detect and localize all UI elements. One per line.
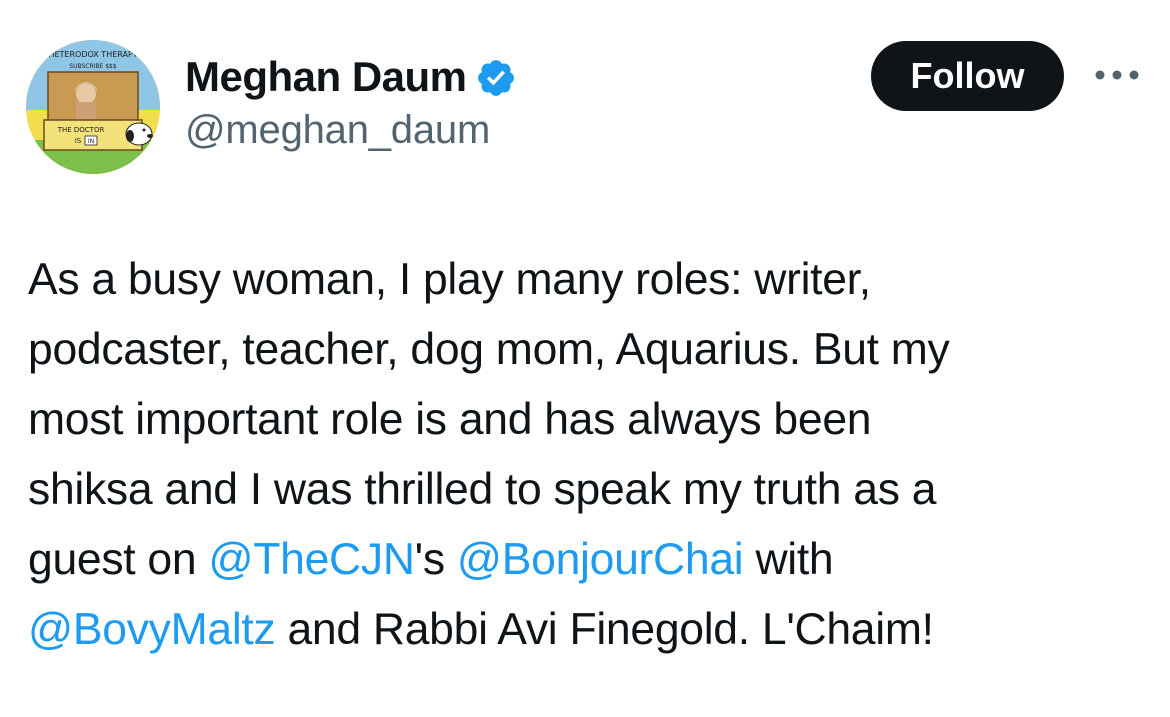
svg-text:SUBSCRIBE $$$: SUBSCRIBE $$$ [69, 63, 117, 70]
avatar-image: HETERODOX THERAPY SUBSCRIBE $$$ THE DOCT… [26, 40, 160, 174]
mention-link[interactable]: @BovyMaltz [28, 605, 276, 654]
mention-link[interactable]: @TheCJN [208, 535, 415, 584]
tweet-text-line: As a busy woman, I play many roles: writ… [28, 245, 1143, 315]
tweet-text-line: shiksa and I was thrilled to speak my tr… [28, 455, 1143, 525]
tweet-text-segment: shiksa and I was thrilled to speak my tr… [28, 465, 937, 514]
avatar[interactable]: HETERODOX THERAPY SUBSCRIBE $$$ THE DOCT… [26, 40, 160, 174]
tweet-text-segment: with [743, 535, 834, 584]
tweet-text-line: @BovyMaltz and Rabbi Avi Finegold. L'Cha… [28, 595, 1143, 665]
svg-text:IN: IN [88, 138, 94, 145]
author-handle[interactable]: @meghan_daum [185, 108, 490, 153]
tweet-text: As a busy woman, I play many roles: writ… [28, 245, 1143, 665]
tweet-text-line: most important role is and has always be… [28, 385, 1143, 455]
mention-link[interactable]: @BonjourChai [457, 535, 744, 584]
tweet-text-segment: most important role is and has always be… [28, 395, 872, 444]
tweet-text-segment: and Rabbi Avi Finegold. L'Chaim! [275, 605, 934, 654]
verified-badge-icon[interactable] [475, 57, 517, 99]
more-horizontal-icon [1095, 70, 1139, 80]
tweet-text-line: guest on @TheCJN's @BonjourChai with [28, 525, 1143, 595]
follow-button[interactable]: Follow [871, 41, 1064, 111]
svg-text:THE DOCTOR: THE DOCTOR [57, 126, 105, 134]
more-options-button[interactable] [1092, 60, 1142, 90]
svg-text:IS: IS [75, 137, 82, 145]
tweet-text-segment: guest on [28, 535, 209, 584]
tweet-text-segment: podcaster, teacher, dog mom, Aquarius. B… [28, 325, 950, 374]
svg-text:HETERODOX THERAPY: HETERODOX THERAPY [48, 50, 137, 59]
tweet-text-line: podcaster, teacher, dog mom, Aquarius. B… [28, 315, 1143, 385]
tweet-text-segment: 's [414, 535, 457, 584]
author-display-name[interactable]: Meghan Daum [185, 53, 467, 101]
author-name-row: Meghan Daum [185, 52, 517, 102]
tweet: HETERODOX THERAPY SUBSCRIBE $$$ THE DOCT… [0, 0, 1170, 717]
tweet-text-segment: As a busy woman, I play many roles: writ… [28, 255, 871, 304]
